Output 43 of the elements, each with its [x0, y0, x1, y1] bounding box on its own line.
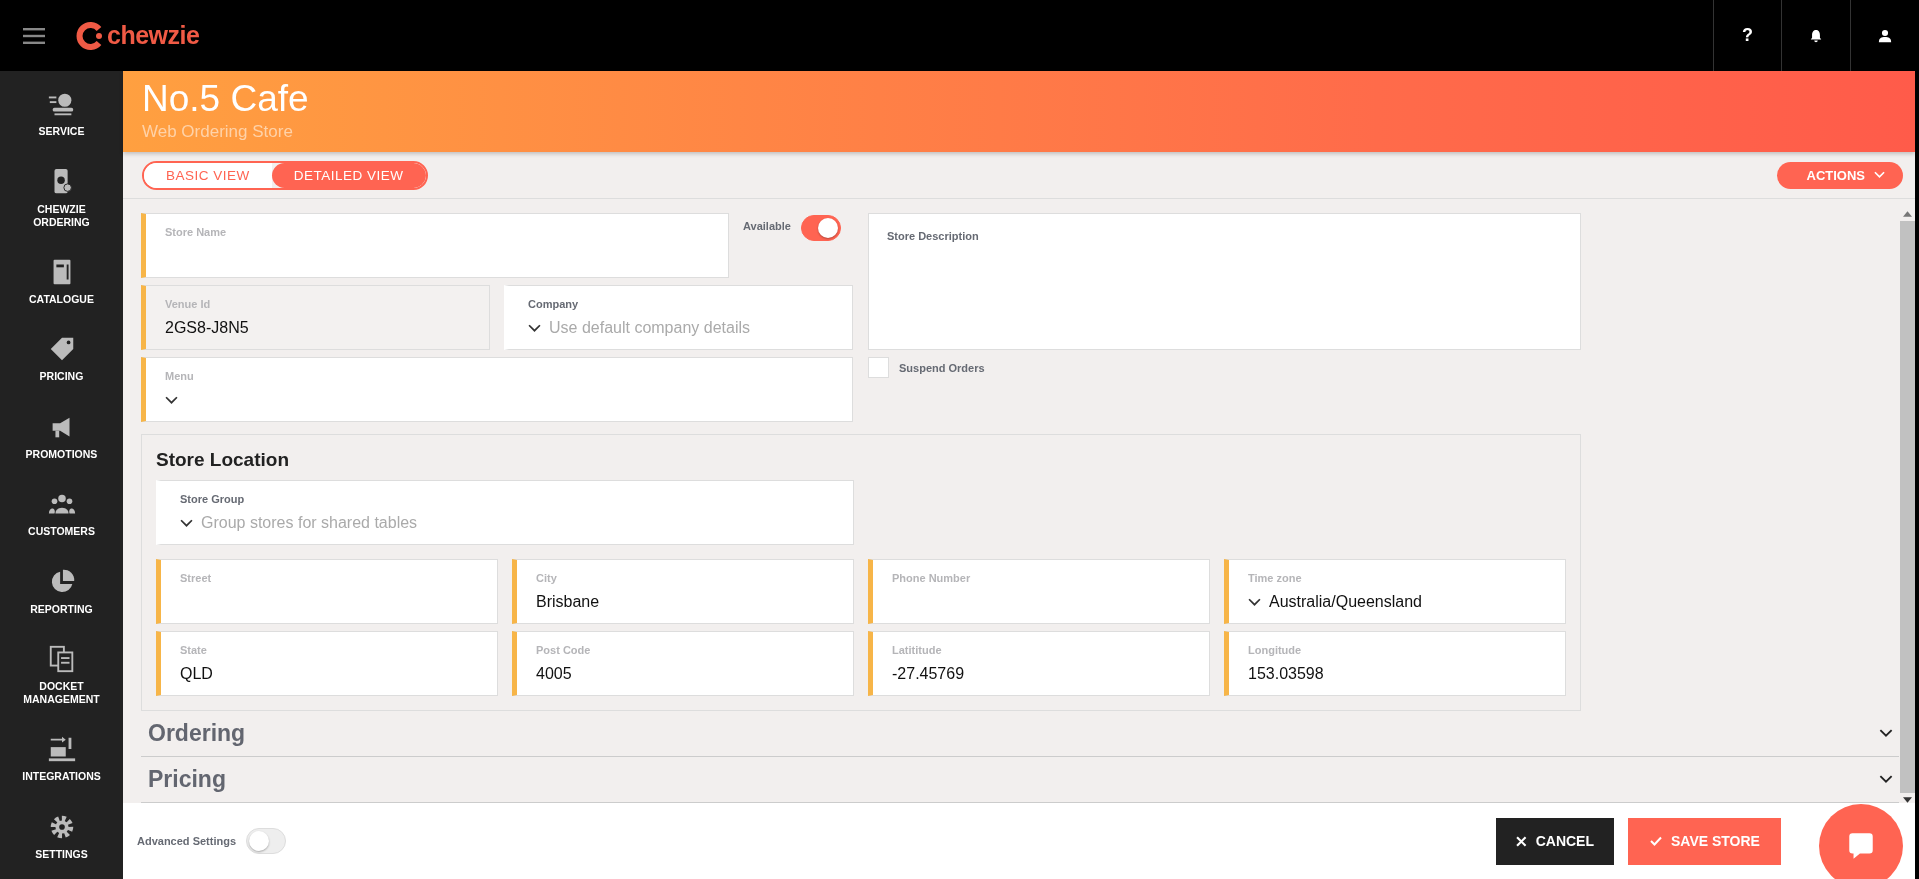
select-field[interactable]: Time zone Australia/Queensland [1224, 559, 1566, 624]
chevron-icon [180, 518, 193, 528]
sidebar-item[interactable]: SERVICE [0, 89, 123, 139]
sidebar-item[interactable]: CUSTOMERS [0, 489, 123, 539]
close-icon [1516, 835, 1527, 847]
chevron-icon [1248, 597, 1261, 607]
scroll-thumb[interactable] [1899, 221, 1915, 793]
advanced-settings-label: Advanced Settings [137, 835, 237, 847]
sidebar-item[interactable]: CATALOGUE [0, 256, 123, 306]
sidebar-item[interactable]: PRICING [0, 334, 123, 384]
input-field[interactable]: Latititude -27.45769 [868, 631, 1210, 696]
section-header[interactable]: Ordering [141, 711, 1899, 757]
cancel-button[interactable]: CANCEL [1496, 817, 1614, 865]
input-field[interactable]: Longitude 153.03598 [1224, 631, 1566, 696]
sidebar-item[interactable]: CHEWZIE ORDERING [0, 166, 123, 229]
sidebar-item[interactable]: REPORTING [0, 566, 123, 616]
suspend-orders-label: Suspend Orders [899, 361, 985, 374]
scroll-up-icon[interactable] [1902, 211, 1912, 217]
sidebar-item[interactable]: DOCKET MANAGEMENT [0, 643, 123, 706]
chevron-icon [528, 323, 541, 333]
sidebar-item[interactable]: PROMOTIONS [0, 411, 123, 461]
check-icon [1650, 836, 1662, 846]
input-field[interactable]: State QLD [156, 631, 498, 696]
input-field[interactable]: City Brisbane [512, 559, 854, 624]
logo[interactable]: chewzie [75, 20, 200, 51]
available-toggle[interactable] [800, 215, 841, 241]
store-group-select[interactable]: Store Group Group stores for shared tables [156, 480, 854, 545]
suspend-orders-checkbox[interactable] [868, 357, 889, 378]
chevron-icon [1874, 171, 1885, 179]
input-field[interactable]: Post Code 4005 [512, 631, 854, 696]
user-icon [1878, 28, 1892, 43]
menu-icon[interactable] [23, 27, 45, 44]
store-description-field[interactable]: Store Description [868, 213, 1581, 350]
bell-icon [1809, 28, 1823, 43]
available-label: Available [743, 219, 791, 232]
store-title: No.5 Cafe [142, 77, 310, 121]
sidebar-item[interactable]: SETTINGS [0, 811, 123, 861]
sidebar-item[interactable]: INTEGRATIONS [0, 734, 123, 784]
store-subtitle: Web Ordering Store [142, 121, 293, 143]
chevron-icon [165, 395, 178, 405]
company-select[interactable]: Company Use default company details [504, 285, 853, 350]
section-title: Store Location [156, 449, 290, 471]
advanced-settings-toggle[interactable] [246, 828, 287, 854]
